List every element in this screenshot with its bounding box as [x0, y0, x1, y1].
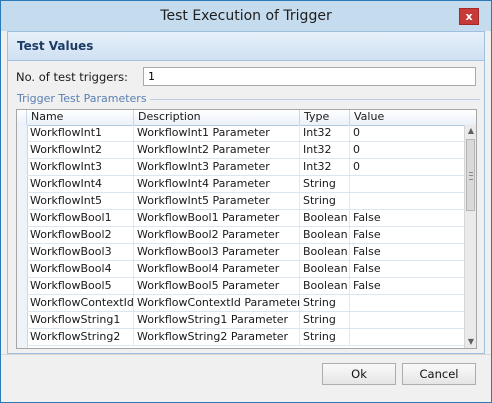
scroll-grip-icon: [469, 172, 473, 180]
table-row[interactable]: WorkflowInt3 WorkflowInt3 Parameter Int32 0: [27, 159, 464, 176]
cell-value[interactable]: False: [350, 227, 464, 243]
cell-type: String: [300, 312, 350, 328]
scroll-thumb[interactable]: [466, 139, 475, 211]
cell-value[interactable]: False: [350, 278, 464, 294]
cell-type: String: [300, 329, 350, 345]
table-row[interactable]: WorkflowBool5 WorkflowBool5 Parameter Bool…: [27, 278, 464, 295]
column-header-value[interactable]: Value: [350, 110, 464, 125]
cell-name: WorkflowContextId: [27, 295, 134, 311]
cell-description: WorkflowInt2 Parameter: [134, 142, 300, 158]
cell-type: String: [300, 295, 350, 311]
cancel-button[interactable]: Cancel: [402, 363, 476, 385]
cell-type: Boolean: [300, 278, 350, 294]
cell-value[interactable]: False: [350, 210, 464, 226]
cell-name: WorkflowInt4: [27, 176, 134, 192]
table-row[interactable]: WorkflowInt1 WorkflowInt1 Parameter Int32 0: [27, 125, 464, 142]
cell-value[interactable]: [350, 176, 464, 192]
cell-value[interactable]: False: [350, 261, 464, 277]
test-values-panel: Test Values No. of test triggers: Trigge…: [7, 31, 485, 354]
footer-divider: [1, 354, 491, 355]
cell-name: WorkflowInt3: [27, 159, 134, 175]
cell-description: WorkflowBool4 Parameter: [134, 261, 300, 277]
cell-name: WorkflowBool4: [27, 261, 134, 277]
cell-description: WorkflowBool1 Parameter: [134, 210, 300, 226]
grid-header: Name Description Type Value: [17, 110, 476, 126]
cell-description: WorkflowBool3 Parameter: [134, 244, 300, 260]
cell-name: WorkflowBool5: [27, 278, 134, 294]
cell-description: WorkflowInt1 Parameter: [134, 125, 300, 141]
cell-description: WorkflowInt3 Parameter: [134, 159, 300, 175]
row-header-corner: [17, 110, 27, 125]
table-row[interactable]: WorkflowBool4 WorkflowBool4 Parameter Bool…: [27, 261, 464, 278]
table-row[interactable]: WorkflowInt2 WorkflowInt2 Parameter Int32 0: [27, 142, 464, 159]
cell-description: WorkflowInt5 Parameter: [134, 193, 300, 209]
cell-value[interactable]: [350, 295, 464, 311]
cell-name: WorkflowInt5: [27, 193, 134, 209]
cell-description: WorkflowBool2 Parameter: [134, 227, 300, 243]
panel-header: Test Values: [8, 32, 484, 61]
cell-description: WorkflowString1 Parameter: [134, 312, 300, 328]
ok-button[interactable]: Ok: [322, 363, 396, 385]
table-row[interactable]: WorkflowBool1 WorkflowBool1 Parameter Bool…: [27, 210, 464, 227]
table-row[interactable]: WorkflowString1 WorkflowString1 Parameter…: [27, 312, 464, 329]
cell-type: Int32: [300, 159, 350, 175]
close-button[interactable]: x: [459, 8, 479, 25]
table-row[interactable]: WorkflowBool2 WorkflowBool2 Parameter Bool…: [27, 227, 464, 244]
table-row[interactable]: WorkflowBool3 WorkflowBool3 Parameter Bool…: [27, 244, 464, 261]
test-triggers-count-input[interactable]: [143, 67, 476, 86]
close-icon: x: [465, 10, 473, 23]
cell-type: Boolean: [300, 227, 350, 243]
cell-value[interactable]: False: [350, 244, 464, 260]
cell-description: WorkflowInt4 Parameter: [134, 176, 300, 192]
cell-value[interactable]: 0: [350, 159, 464, 175]
cell-type: Boolean: [300, 210, 350, 226]
scroll-down-arrow-icon[interactable]: ▼: [465, 336, 476, 348]
table-row[interactable]: WorkflowContextId WorkflowContextId Param…: [27, 295, 464, 312]
column-header-type[interactable]: Type: [300, 110, 350, 125]
trigger-test-parameters-label: Trigger Test Parameters: [17, 92, 150, 105]
cell-type: Int32: [300, 125, 350, 141]
cell-name: WorkflowInt1: [27, 125, 134, 141]
cell-name: WorkflowBool1: [27, 210, 134, 226]
panel-title: Test Values: [17, 39, 94, 53]
cell-type: Boolean: [300, 244, 350, 260]
cell-name: WorkflowString1: [27, 312, 134, 328]
window-title: Test Execution of Trigger: [160, 8, 332, 24]
cell-type: String: [300, 176, 350, 192]
scroll-up-arrow-icon[interactable]: ▲: [465, 125, 476, 137]
cell-name: WorkflowBool2: [27, 227, 134, 243]
parameters-grid[interactable]: Name Description Type Value WorkflowInt1…: [16, 109, 477, 349]
cell-name: WorkflowBool3: [27, 244, 134, 260]
title-bar[interactable]: Test Execution of Trigger x: [1, 1, 491, 31]
grid-rows: WorkflowInt1 WorkflowInt1 Parameter Int32 0…: [27, 125, 464, 348]
table-row[interactable]: WorkflowInt5 WorkflowInt5 Parameter String: [27, 193, 464, 210]
cell-name: WorkflowString2: [27, 329, 134, 345]
cell-value[interactable]: [350, 329, 464, 345]
table-row[interactable]: WorkflowInt4 WorkflowInt4 Parameter String: [27, 176, 464, 193]
cell-type: Boolean: [300, 261, 350, 277]
cell-type: String: [300, 193, 350, 209]
dialog-window: Test Execution of Trigger x Test Values …: [0, 0, 492, 403]
cell-name: WorkflowInt2: [27, 142, 134, 158]
cell-value[interactable]: [350, 193, 464, 209]
column-header-description[interactable]: Description: [134, 110, 300, 125]
column-header-name[interactable]: Name: [27, 110, 134, 125]
cell-description: WorkflowContextId Parameter: [134, 295, 300, 311]
test-triggers-count-label: No. of test triggers:: [16, 70, 128, 84]
cell-type: Int32: [300, 142, 350, 158]
table-row[interactable]: WorkflowString2 WorkflowString2 Parameter…: [27, 329, 464, 346]
cell-description: WorkflowBool5 Parameter: [134, 278, 300, 294]
cell-value[interactable]: [350, 312, 464, 328]
cell-value[interactable]: 0: [350, 142, 464, 158]
vertical-scrollbar[interactable]: ▲ ▼: [464, 125, 476, 348]
cell-description: WorkflowString2 Parameter: [134, 329, 300, 345]
group-divider: [149, 99, 480, 100]
cell-value[interactable]: 0: [350, 125, 464, 141]
